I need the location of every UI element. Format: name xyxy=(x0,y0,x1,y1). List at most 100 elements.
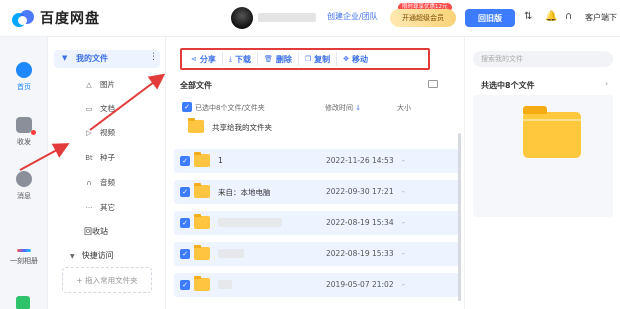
sidebar-item-recycle-bin[interactable]: 回收站 xyxy=(84,226,108,237)
row-checkbox[interactable]: ✓ xyxy=(180,156,190,166)
folder-icon xyxy=(194,152,210,167)
row-checkbox[interactable]: ✓ xyxy=(180,249,190,259)
table-row[interactable]: ✓ 1 2022-11-26 14:53 - xyxy=(174,149,460,173)
moments-icon xyxy=(17,249,31,252)
baidu-netdisk-logo[interactable]: 百度网盘 xyxy=(12,7,100,29)
file-name-redacted xyxy=(218,218,282,227)
rail-home[interactable]: 首页 xyxy=(0,62,48,92)
breadcrumb-all-files[interactable]: 全部文件 xyxy=(180,80,212,91)
table-row[interactable]: ✓ 2019-05-07 21:02 - xyxy=(174,273,460,297)
user-avatar[interactable] xyxy=(231,7,253,29)
sidebar-item-my-files[interactable]: ▼ 我的文件 ⋮ xyxy=(54,50,160,68)
left-rail: 首页 收发 消息 一刻相册 xyxy=(0,37,48,309)
grid-view-icon[interactable] xyxy=(428,80,438,88)
client-download-link[interactable]: 客户端下 xyxy=(585,12,617,23)
move-label: 移动 xyxy=(352,54,369,64)
share-button[interactable]: ⋖ 分享 xyxy=(185,52,223,66)
caret-down-icon: ▼ xyxy=(62,54,68,62)
sidebar-item-label: 其它 xyxy=(100,203,115,212)
folder-icon xyxy=(194,183,210,198)
selection-summary: 已选中8个文件/文件夹 xyxy=(195,104,265,112)
file-size: - xyxy=(402,249,405,258)
trash-icon: 🗑 xyxy=(263,55,273,63)
sidebar-item-torrents[interactable]: Bt 种子 xyxy=(84,152,115,163)
table-row[interactable]: 共享给我的文件夹 xyxy=(174,115,460,139)
top-header: 百度网盘 创建企业/团队 限时尊享优惠12元 开通超级会员 回旧版 ⇅ 🔔 ∩ … xyxy=(0,0,620,37)
sort-by-mtime-header[interactable]: 修改时间 ↓ xyxy=(325,103,361,113)
sidebar-item-videos[interactable]: ▷ 视频 xyxy=(84,127,115,138)
create-team-link[interactable]: 创建企业/团队 xyxy=(327,11,378,22)
sidebar-item-audio[interactable]: ∩ 音频 xyxy=(84,177,115,188)
download-icon: ⤓ xyxy=(228,54,232,63)
more-options-icon[interactable]: ⋮ xyxy=(149,52,158,62)
table-row[interactable]: ✓ 来自：本地电脑 2022-09-30 17:21 - xyxy=(174,180,460,204)
headset-icon[interactable]: ∩ xyxy=(565,11,572,22)
download-button[interactable]: ⤓ 下载 xyxy=(223,52,258,66)
notification-dot xyxy=(31,130,36,135)
size-column-header[interactable]: 大小 xyxy=(397,103,411,113)
file-mtime: 2022-08-19 15:33 xyxy=(326,249,394,258)
sidebar-item-documents[interactable]: ▭ 文档 xyxy=(84,103,115,114)
green-app-icon[interactable] xyxy=(16,296,30,309)
file-name[interactable]: 来自：本地电脑 xyxy=(218,187,271,198)
delete-button[interactable]: 🗑 删除 xyxy=(258,52,299,66)
sidebar-item-label: 音频 xyxy=(100,178,115,187)
sidebar-item-label: 文档 xyxy=(100,104,115,113)
sidebar-item-label: 图片 xyxy=(100,80,115,89)
file-mtime: 2022-08-19 15:34 xyxy=(326,218,394,227)
file-mtime: 2019-05-07 21:02 xyxy=(326,280,394,289)
file-size: - xyxy=(402,280,405,289)
row-checkbox[interactable]: ✓ xyxy=(180,218,190,228)
rail-inbox-label: 收发 xyxy=(17,138,31,146)
sidebar-item-images[interactable]: △ 图片 xyxy=(84,79,115,90)
file-name-redacted xyxy=(218,249,244,258)
sidebar-item-other[interactable]: ··· 其它 xyxy=(84,202,115,213)
cloud-logo-icon xyxy=(12,7,36,29)
move-button[interactable]: ✥ 移动 xyxy=(337,52,374,66)
rail-moments[interactable]: 一刻相册 xyxy=(0,241,48,266)
file-name[interactable]: 共享给我的文件夹 xyxy=(212,122,272,133)
headphones-icon: ∩ xyxy=(86,178,92,187)
file-mtime: 2022-09-30 17:21 xyxy=(326,187,394,196)
move-icon: ✥ xyxy=(343,55,350,63)
selected-count-title: 共选中8个文件 xyxy=(481,81,535,90)
sidebar-item-label: 种子 xyxy=(100,153,115,162)
folder-icon xyxy=(194,276,210,291)
rail-inbox[interactable]: 收发 xyxy=(0,117,48,147)
chevron-right-icon[interactable]: › xyxy=(605,79,608,88)
mtime-header-label: 修改时间 xyxy=(325,104,353,112)
drop-favorite-folder-zone[interactable]: + 拖入常用文件夹 xyxy=(62,267,152,293)
download-label: 下载 xyxy=(234,54,251,64)
open-vip-button[interactable]: 开通超级会员 xyxy=(390,9,456,27)
transfer-icon[interactable]: ⇅ xyxy=(524,11,532,22)
copy-button[interactable]: ❐ 复制 xyxy=(299,52,338,66)
select-all-checkbox[interactable]: ✓ xyxy=(182,102,192,112)
file-size: - xyxy=(402,156,405,165)
sidebar-item-quick-access[interactable]: ▼ 快捷访问 xyxy=(70,250,114,261)
video-icon: ▷ xyxy=(86,128,92,137)
vertical-scrollbar[interactable] xyxy=(458,133,461,301)
sidebar-item-label: 视频 xyxy=(100,128,115,137)
image-icon: △ xyxy=(86,80,92,89)
table-header: ✓ 已选中8个文件/文件夹 修改时间 ↓ 大小 xyxy=(180,100,458,116)
return-old-version-button[interactable]: 回旧版 xyxy=(465,9,515,27)
file-list-panel: ⋖ 分享 ⤓ 下载 🗑 删除 ❐ 复制 ✥ 移动 全部文件 ✓ 已选中8个文件/文件夹 修… xyxy=(166,37,464,309)
search-input[interactable]: 搜索我的文件 xyxy=(473,51,613,67)
table-row[interactable]: ✓ 2022-08-19 15:33 - xyxy=(174,242,460,266)
rail-messages[interactable]: 消息 xyxy=(0,171,48,201)
copy-icon: ❐ xyxy=(304,55,312,63)
row-checkbox[interactable]: ✓ xyxy=(180,187,190,197)
rail-home-label: 首页 xyxy=(17,83,31,91)
file-size: - xyxy=(402,218,405,227)
folder-icon xyxy=(194,214,210,229)
row-checkbox[interactable]: ✓ xyxy=(180,280,190,290)
inbox-icon xyxy=(16,117,32,133)
document-icon: ▭ xyxy=(85,104,93,113)
file-mtime: 2022-11-26 14:53 xyxy=(326,156,394,165)
table-row[interactable]: ✓ 2022-08-19 15:34 - xyxy=(174,211,460,235)
category-sidebar: ▼ 我的文件 ⋮ △ 图片 ▭ 文档 ▷ 视频 Bt 种子 ∩ 音频 ··· 其它 回收站 … xyxy=(48,37,166,309)
bell-icon[interactable]: 🔔 xyxy=(545,11,557,22)
file-name[interactable]: 1 xyxy=(218,156,223,165)
share-icon: ⋖ xyxy=(191,55,197,63)
person-icon xyxy=(16,171,32,187)
